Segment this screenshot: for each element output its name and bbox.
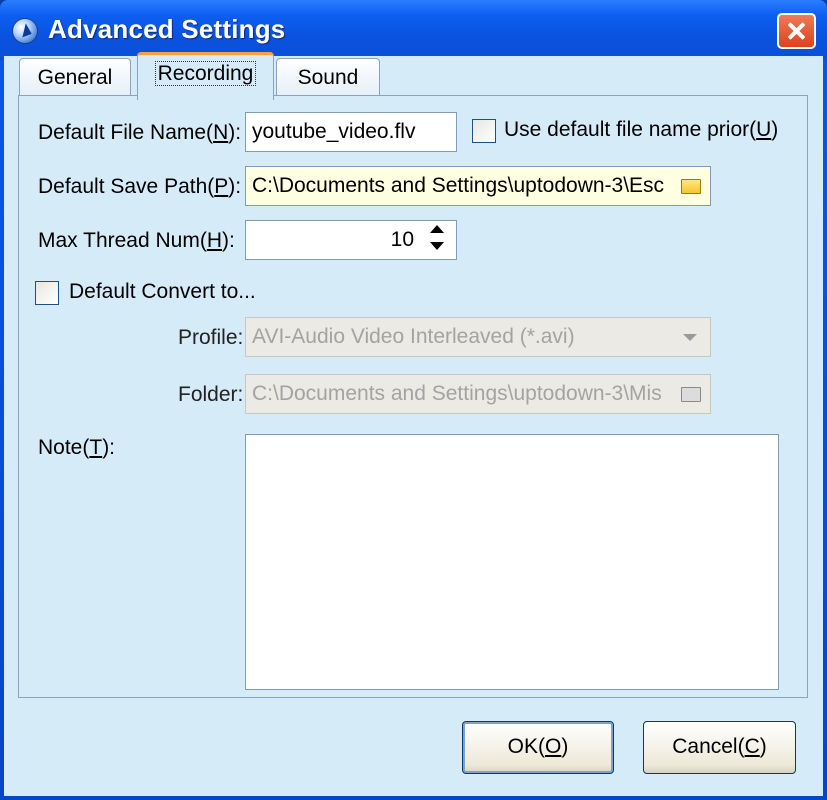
use-default-prior-checkbox[interactable] <box>472 119 496 143</box>
app-logo-icon <box>13 19 37 43</box>
cancel-button[interactable]: Cancel(C) <box>643 721 796 774</box>
file-name-input[interactable]: youtube_video.flv <box>245 112 457 152</box>
profile-label: Profile: <box>178 326 244 349</box>
folder-icon[interactable] <box>681 179 701 194</box>
window-title: Advanced Settings <box>48 14 286 44</box>
save-path-value: C:\Documents and Settings\uptodown-3\Esc <box>252 174 665 197</box>
save-path-label: Default Save Path(P): <box>38 175 242 198</box>
default-convert-checkbox[interactable] <box>35 281 59 305</box>
note-textarea[interactable] <box>245 434 779 690</box>
max-thread-input[interactable]: 10 <box>245 220 457 260</box>
tab-recording-label: Recording <box>154 61 257 86</box>
spin-up-icon[interactable] <box>430 225 444 233</box>
dialog-client-area: General Recording Sound Default File Nam… <box>4 52 823 796</box>
folder-browse-icon[interactable] <box>681 387 701 402</box>
default-convert-label[interactable]: Default Convert to... <box>69 280 256 304</box>
close-icon[interactable] <box>777 13 816 49</box>
recording-tab-panel: Default File Name(N): youtube_video.flv … <box>18 95 808 698</box>
folder-value: C:\Documents and Settings\uptodown-3\Mis <box>252 382 662 405</box>
note-label: Note(T): <box>38 436 116 459</box>
tab-general-label: General <box>37 66 113 89</box>
spin-down-icon[interactable] <box>430 242 444 250</box>
file-name-label: Default File Name(N): <box>38 121 242 144</box>
ok-button[interactable]: OK(O) <box>462 721 614 774</box>
tab-recording[interactable]: Recording <box>137 52 274 100</box>
folder-input[interactable]: C:\Documents and Settings\uptodown-3\Mis <box>245 374 711 414</box>
max-thread-label: Max Thread Num(H): <box>38 229 235 252</box>
advanced-settings-window: Advanced Settings General Recording Soun… <box>0 0 827 800</box>
title-bar[interactable]: Advanced Settings <box>0 0 827 60</box>
tab-sound[interactable]: Sound <box>276 58 380 98</box>
profile-select[interactable]: AVI-Audio Video Interleaved (*.avi) <box>245 317 711 357</box>
profile-value: AVI-Audio Video Interleaved (*.avi) <box>252 325 575 348</box>
chevron-down-icon[interactable] <box>683 334 697 341</box>
max-thread-value: 10 <box>390 228 414 251</box>
folder-label: Folder: <box>178 383 244 406</box>
save-path-input[interactable]: C:\Documents and Settings\uptodown-3\Esc <box>245 166 711 206</box>
tab-general[interactable]: General <box>19 58 131 98</box>
tab-sound-label: Sound <box>297 66 359 89</box>
use-default-prior-label[interactable]: Use default file name prior(U) <box>504 118 778 142</box>
